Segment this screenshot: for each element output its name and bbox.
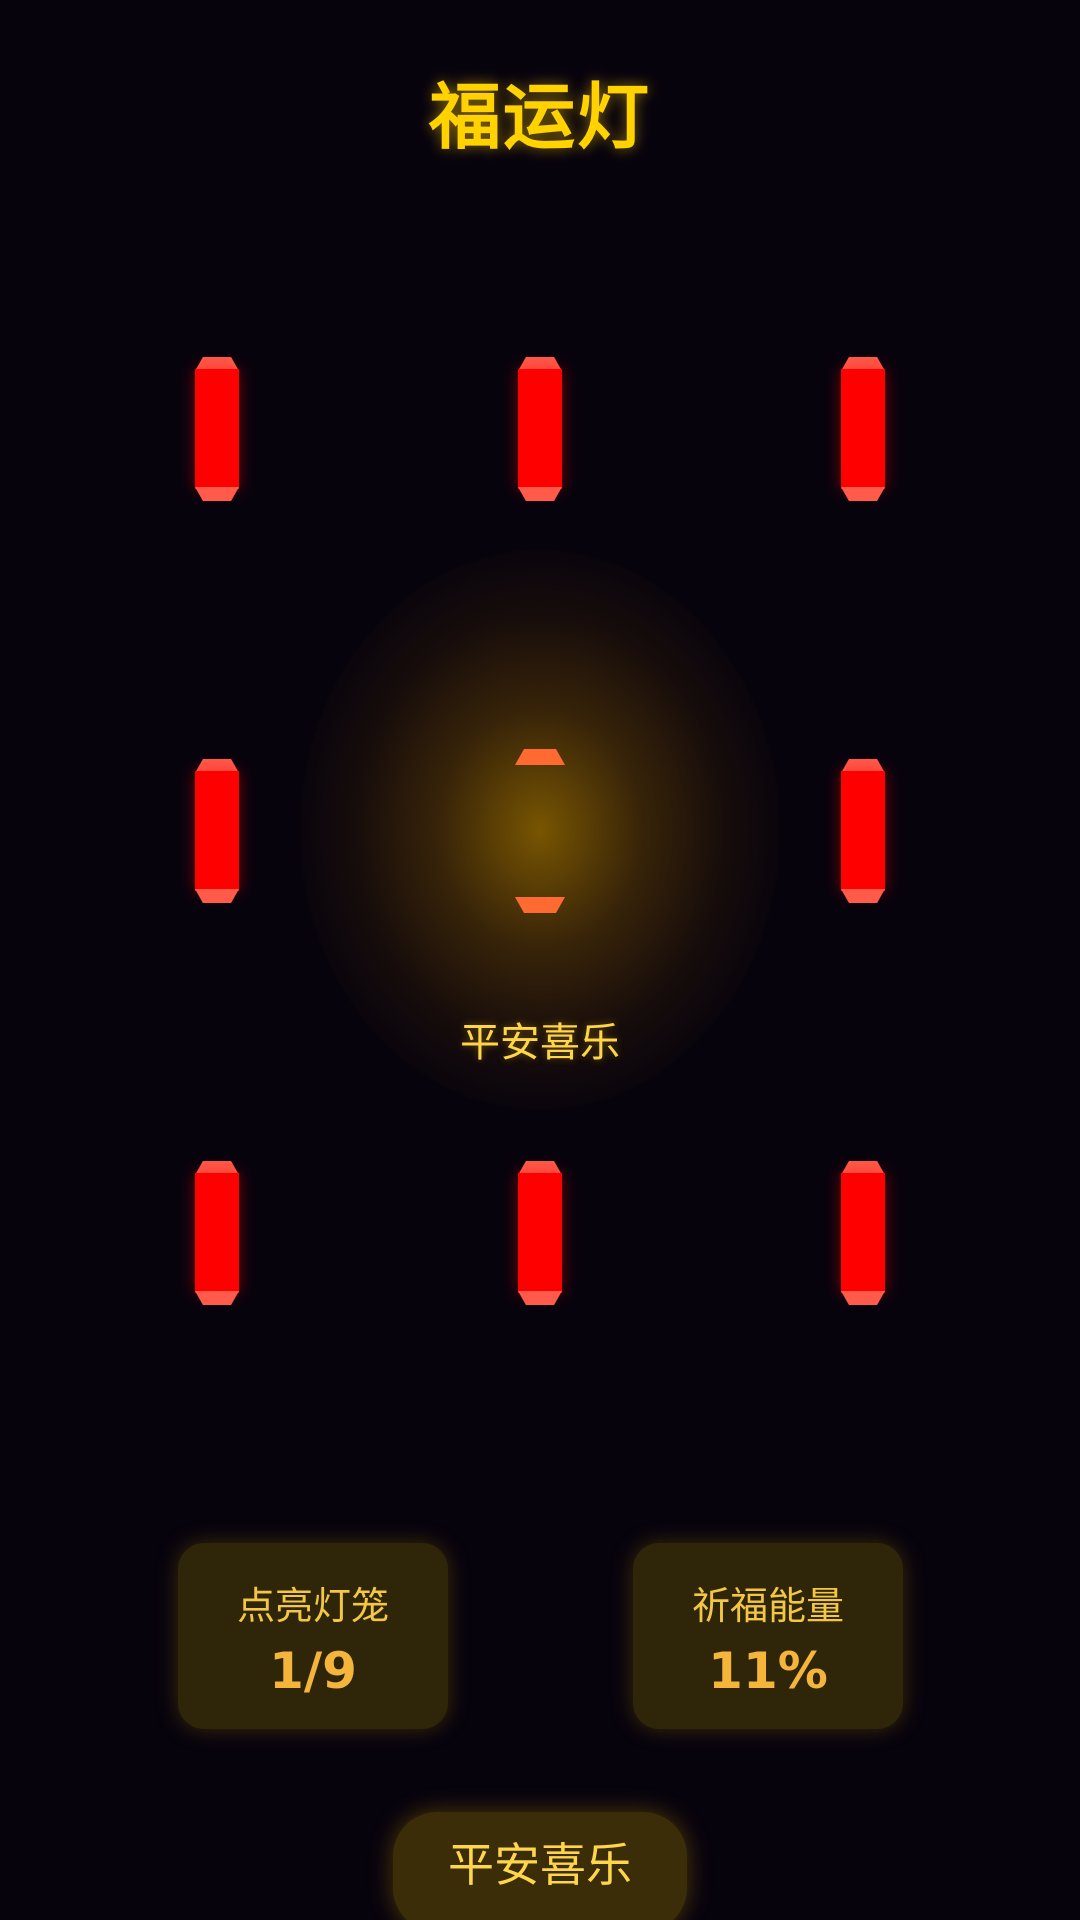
- lantern-cap-bottom: [515, 897, 565, 913]
- lantern-cap-bottom: [841, 487, 885, 501]
- lantern-6[interactable]: [841, 759, 885, 903]
- lantern-cap-bottom: [518, 1291, 562, 1305]
- lantern-9[interactable]: [841, 1161, 885, 1305]
- energy-panel: 祈福能量 11%: [633, 1543, 903, 1729]
- lantern-body: [841, 1173, 885, 1293]
- lantern-8[interactable]: [518, 1161, 562, 1305]
- lantern-1[interactable]: [195, 357, 239, 501]
- lantern-7[interactable]: [195, 1161, 239, 1305]
- energy-value: 11%: [708, 1642, 828, 1700]
- lantern-5-lit[interactable]: [515, 749, 565, 913]
- lantern-cap-bottom: [841, 889, 885, 903]
- lantern-3[interactable]: [841, 357, 885, 501]
- lantern-4[interactable]: [195, 759, 239, 903]
- lantern-body: [841, 771, 885, 891]
- lantern-cap-bottom: [195, 487, 239, 501]
- lantern-body: [518, 369, 562, 489]
- energy-label: 祈福能量: [691, 1584, 844, 1628]
- lantern-cap-bottom: [195, 889, 239, 903]
- lantern-body: [195, 771, 239, 891]
- lantern-cap-bottom: [195, 1291, 239, 1305]
- lit-count-panel: 点亮灯笼 1/9: [178, 1543, 448, 1729]
- lit-lantern-blessing: 平安喜乐: [460, 1020, 620, 1066]
- lantern-body: [195, 369, 239, 489]
- lantern-body: [195, 1173, 239, 1293]
- lantern-2[interactable]: [518, 357, 562, 501]
- lantern-body: [518, 1173, 562, 1293]
- game-title: 福运灯: [428, 75, 651, 159]
- blessing-button[interactable]: 平安喜乐: [393, 1812, 687, 1920]
- lantern-cap-bottom: [518, 487, 562, 501]
- lit-count-label: 点亮灯笼: [236, 1584, 389, 1628]
- lantern-cap-bottom: [841, 1291, 885, 1305]
- lit-count-value: 1/9: [269, 1642, 357, 1700]
- lantern-body: [841, 369, 885, 489]
- lantern-cap-top: [515, 749, 565, 765]
